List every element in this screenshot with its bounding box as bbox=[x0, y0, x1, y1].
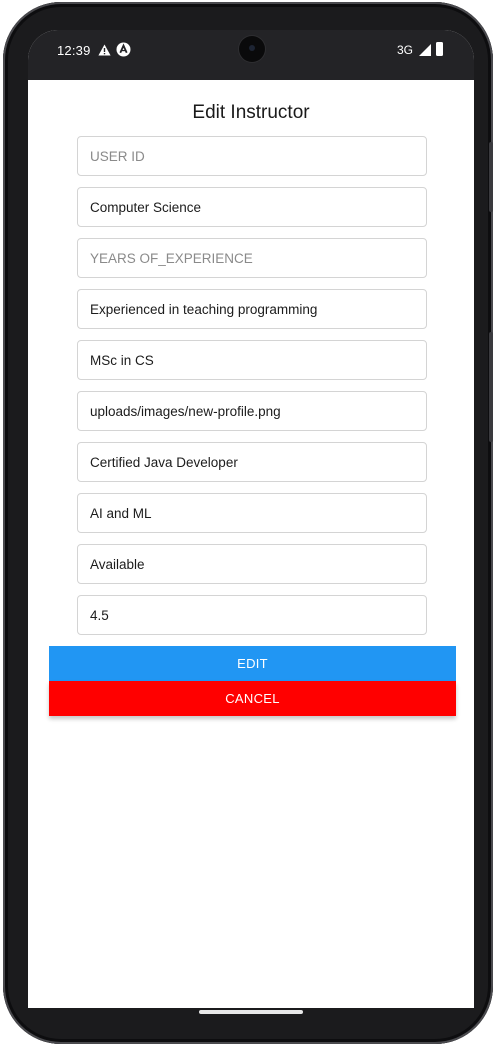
signal-icon bbox=[419, 44, 431, 56]
user-id-field[interactable] bbox=[77, 136, 427, 176]
profile-image-field[interactable] bbox=[77, 391, 427, 431]
availability-field[interactable] bbox=[77, 544, 427, 584]
battery-icon bbox=[436, 42, 443, 56]
home-gesture-handle[interactable] bbox=[199, 1010, 303, 1014]
specialization-field[interactable] bbox=[77, 493, 427, 533]
cancel-button[interactable]: CANCEL bbox=[49, 681, 456, 716]
power-button bbox=[489, 142, 493, 212]
edit-instructor-screen: Edit Instructor EDIT CANCEL bbox=[28, 80, 474, 1008]
qualification-field[interactable] bbox=[77, 340, 427, 380]
navigation-bar bbox=[28, 1002, 474, 1026]
certification-field[interactable] bbox=[77, 442, 427, 482]
front-camera bbox=[239, 36, 265, 62]
warning-icon bbox=[98, 44, 111, 56]
network-type: 3G bbox=[397, 43, 414, 57]
rating-field[interactable] bbox=[77, 595, 427, 635]
edit-button[interactable]: EDIT bbox=[49, 646, 456, 681]
department-field[interactable] bbox=[77, 187, 427, 227]
page-title: Edit Instructor bbox=[192, 102, 310, 123]
bio-field[interactable] bbox=[77, 289, 427, 329]
years-of-experience-field[interactable] bbox=[77, 238, 427, 278]
status-bar: 12:39 3G bbox=[28, 30, 474, 80]
volume-button bbox=[489, 332, 493, 442]
phone-screen: 12:39 3G Edit Instructor EDIT bbox=[28, 30, 474, 1008]
status-time: 12:39 bbox=[57, 43, 91, 58]
app-notification-icon bbox=[116, 42, 131, 57]
